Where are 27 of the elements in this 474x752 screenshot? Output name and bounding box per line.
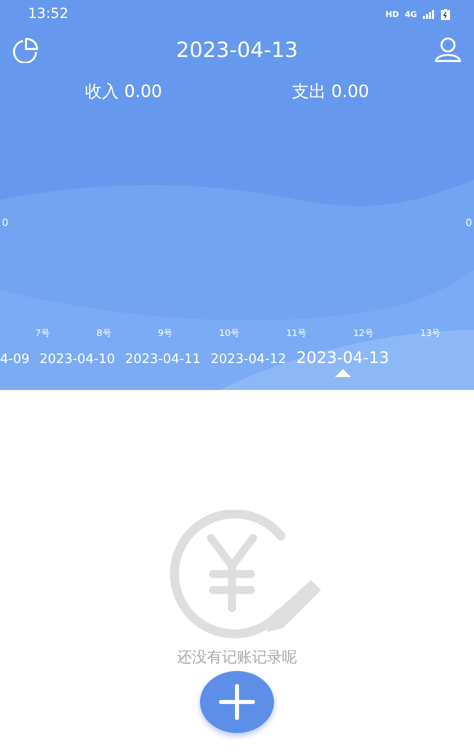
date-tab[interactable]: 2023-04-10 bbox=[40, 352, 116, 367]
empty-message: 还没有记账记录呢 bbox=[177, 648, 297, 667]
date-title[interactable]: 2023-04-13 bbox=[176, 38, 298, 62]
day-label: 10号 bbox=[219, 328, 240, 340]
day-label: 11号 bbox=[286, 328, 307, 340]
day-label: 12号 bbox=[353, 328, 374, 340]
battery-icon bbox=[441, 8, 450, 20]
date-tab[interactable]: 2023-04-13 bbox=[296, 348, 390, 377]
status-time: 13:52 bbox=[28, 6, 68, 22]
day-label: 7号 bbox=[35, 328, 50, 340]
user-icon[interactable] bbox=[434, 37, 462, 63]
day-label: 13号 bbox=[420, 328, 441, 340]
network-indicator: 4G bbox=[404, 10, 417, 18]
chart-icon[interactable] bbox=[10, 37, 40, 63]
axis-label: 0 bbox=[2, 218, 8, 229]
day-label: 9号 bbox=[158, 328, 173, 340]
plus-icon bbox=[217, 682, 257, 722]
date-tab[interactable]: 2023-04-11 bbox=[125, 352, 201, 367]
summary-amount: 收入 0.00 bbox=[84, 81, 162, 103]
date-tab[interactable]: 4-09 bbox=[0, 352, 30, 367]
summary-amount: 支出 0.00 bbox=[292, 81, 370, 103]
signal-icon bbox=[423, 10, 435, 18]
hd-indicator: HD bbox=[386, 10, 399, 18]
add-button[interactable] bbox=[200, 671, 274, 733]
date-tab[interactable]: 2023-04-12 bbox=[210, 352, 286, 367]
day-label: 8号 bbox=[96, 328, 112, 340]
axis-label: 0 bbox=[466, 218, 472, 229]
